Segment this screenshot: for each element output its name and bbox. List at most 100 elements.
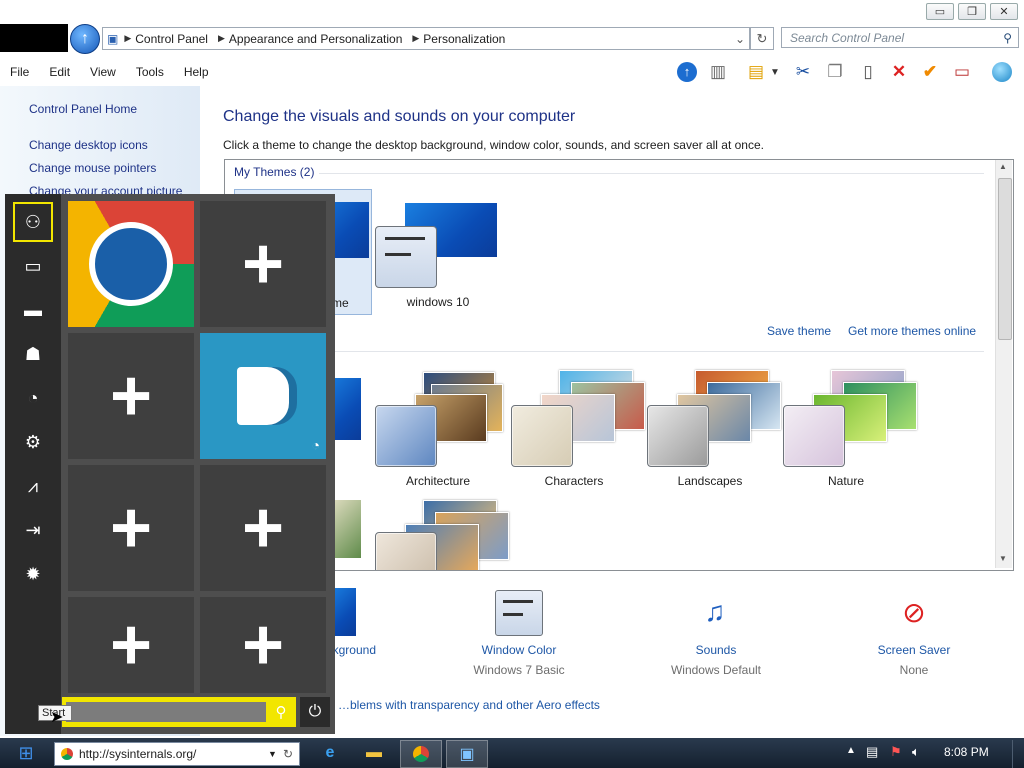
search-input[interactable]: Search Control Panel ⚲ — [781, 27, 1019, 48]
volume-icon[interactable]: 🔈︎ — [912, 744, 920, 760]
toolbar-copy-button[interactable]: ❐ — [823, 60, 847, 84]
menu-view[interactable]: View — [80, 65, 126, 79]
theme-item-partial[interactable] — [375, 500, 509, 570]
user-button[interactable]: ⚇ — [13, 202, 53, 242]
tile-add[interactable]: + — [68, 465, 194, 591]
taskbar-explorer[interactable]: ▬ — [354, 740, 394, 766]
menu-edit[interactable]: Edit — [39, 65, 80, 79]
toolbar-paste-button[interactable]: ▯ — [856, 60, 880, 84]
power-button[interactable]: ⏻ — [300, 697, 330, 727]
control-panel-button[interactable]: ◔ — [13, 378, 53, 418]
arrow-up-icon: ↑ — [677, 62, 697, 82]
start-search-input[interactable] — [66, 702, 266, 722]
run-button[interactable]: ⇥ — [13, 510, 53, 550]
scroll-up-icon[interactable]: ▲ — [999, 162, 1007, 171]
app-logo-icon — [237, 367, 289, 425]
action-center-icon[interactable]: ⚑ — [890, 744, 902, 760]
theme-list-scrollbar[interactable]: ▲ ▼ — [995, 160, 1012, 568]
start-button[interactable]: ⊞ — [6, 740, 46, 766]
theme-list[interactable]: My Themes (2) …me windows 10 Save theme … — [224, 159, 1014, 571]
screen-saver-link[interactable]: Screen Saver — [844, 643, 984, 657]
chevron-down-icon[interactable]: ⌄ — [735, 32, 745, 46]
menu-help[interactable]: Help — [174, 65, 219, 79]
nav-change-mouse-pointers[interactable]: Change mouse pointers — [29, 161, 156, 175]
toolbar-globe-button[interactable] — [990, 60, 1014, 84]
tile-add[interactable]: + — [200, 201, 326, 327]
nav-change-desktop-icons[interactable]: Change desktop icons — [29, 138, 148, 152]
window-color-swatch — [783, 405, 845, 467]
back-forward-area[interactable] — [0, 24, 68, 52]
network-icon[interactable]: ▤ — [866, 744, 878, 760]
theme-item-nature[interactable]: Nature — [783, 370, 917, 500]
toolbar-folder-options-button[interactable]: ▤ — [744, 60, 768, 84]
tile-add[interactable]: + — [200, 465, 326, 591]
url-text: http://sysinternals.org/ — [79, 747, 197, 761]
screen-saver-icon[interactable]: ⊘ — [890, 588, 938, 636]
documents-button[interactable]: ▬ — [13, 290, 53, 330]
taskbar-chrome[interactable] — [400, 740, 442, 768]
toolbar-panes-button[interactable]: ▥ — [706, 60, 730, 84]
run-icon: ⇥ — [25, 519, 41, 540]
show-desktop-button[interactable] — [1012, 740, 1024, 768]
url-input[interactable]: http://sysinternals.org/ ▼ ↻ — [54, 742, 300, 766]
toolbar-up-button[interactable]: ↑ — [675, 60, 699, 84]
tile-add[interactable]: + — [68, 333, 194, 459]
menu-file[interactable]: File — [0, 65, 39, 79]
taskbar-clock[interactable]: 8:08 PM — [944, 745, 989, 759]
up-button[interactable]: ↑ — [70, 24, 100, 54]
theme-item-windows-10[interactable]: windows 10 — [375, 189, 505, 313]
title-bar — [0, 0, 1024, 26]
group-divider — [319, 173, 984, 174]
caret-down-icon[interactable]: ▼ — [268, 749, 277, 759]
window-color-icon[interactable] — [495, 590, 543, 636]
chrome-icon — [61, 748, 73, 760]
sounds-link[interactable]: Sounds — [646, 643, 786, 657]
menu-tools[interactable]: Tools — [126, 65, 174, 79]
window-color-link[interactable]: Window Color — [449, 643, 589, 657]
restore-button[interactable]: ❐ — [958, 3, 986, 20]
tile-add[interactable]: + — [200, 597, 326, 693]
breadcrumb-personalization[interactable]: Personalization — [423, 32, 505, 46]
gauge-icon: ◔ — [27, 387, 39, 408]
performance-button[interactable]: ⩘ — [13, 466, 53, 506]
minimize-button[interactable]: ▭ — [926, 3, 954, 20]
address-bar[interactable]: ▣ ▶ Control Panel ▶ Appearance and Perso… — [102, 27, 750, 50]
save-theme-link[interactable]: Save theme — [767, 324, 831, 338]
taskbar-control-panel[interactable]: ▣ — [446, 740, 488, 768]
get-more-themes-link[interactable]: Get more themes online — [848, 324, 976, 338]
breadcrumb-control-panel[interactable]: Control Panel — [135, 32, 208, 46]
aero-troubleshoot-link[interactable]: …blems with transparency and other Aero … — [338, 698, 600, 712]
tile-add[interactable]: + — [68, 597, 194, 693]
tile-chrome[interactable] — [68, 201, 194, 327]
theme-item-characters[interactable]: Characters — [511, 370, 645, 500]
restore-icon: ❐ — [967, 6, 977, 18]
settings-button[interactable]: ✹ — [13, 554, 53, 594]
nav-control-panel-home[interactable]: Control Panel Home — [29, 102, 137, 116]
toolbar-delete-button[interactable]: ✕ — [887, 60, 911, 84]
tile-app[interactable]: ◔ — [200, 333, 326, 459]
refresh-button[interactable]: ↻ — [750, 27, 774, 50]
plus-icon: + — [109, 356, 153, 436]
toolbar-properties-button[interactable]: ▭ — [950, 60, 974, 84]
computer-button[interactable]: ▭ — [13, 246, 53, 286]
tray-expand-icon[interactable]: ▲ — [846, 745, 856, 756]
toolbar-check-button[interactable]: ✔ — [918, 60, 942, 84]
close-button[interactable]: ✕ — [990, 3, 1018, 20]
window-color-swatch — [375, 532, 437, 570]
caret-down-icon: ▼ — [770, 66, 780, 78]
refresh-icon[interactable]: ↻ — [283, 747, 293, 761]
toolbar-cut-button[interactable]: ✂ — [791, 60, 815, 84]
network-button[interactable]: ☗ — [13, 334, 53, 374]
scrollbar-thumb[interactable] — [998, 178, 1012, 340]
settings-gears-button[interactable]: ⚙ — [13, 422, 53, 462]
taskbar-edge[interactable]: e — [310, 740, 350, 766]
sounds-icon[interactable]: ♫ — [690, 588, 740, 636]
theme-item-landscapes[interactable]: Landscapes — [647, 370, 781, 500]
theme-item-architecture[interactable]: Architecture — [375, 370, 505, 500]
toolbar-dropdown-button[interactable]: ▼ — [768, 60, 782, 84]
scroll-down-icon[interactable]: ▼ — [999, 554, 1007, 563]
gears-icon: ⚙ — [24, 431, 42, 452]
breadcrumb-appearance[interactable]: Appearance and Personalization — [229, 32, 402, 46]
search-icon[interactable]: ⚲ — [268, 700, 294, 724]
globe-icon — [992, 62, 1012, 82]
